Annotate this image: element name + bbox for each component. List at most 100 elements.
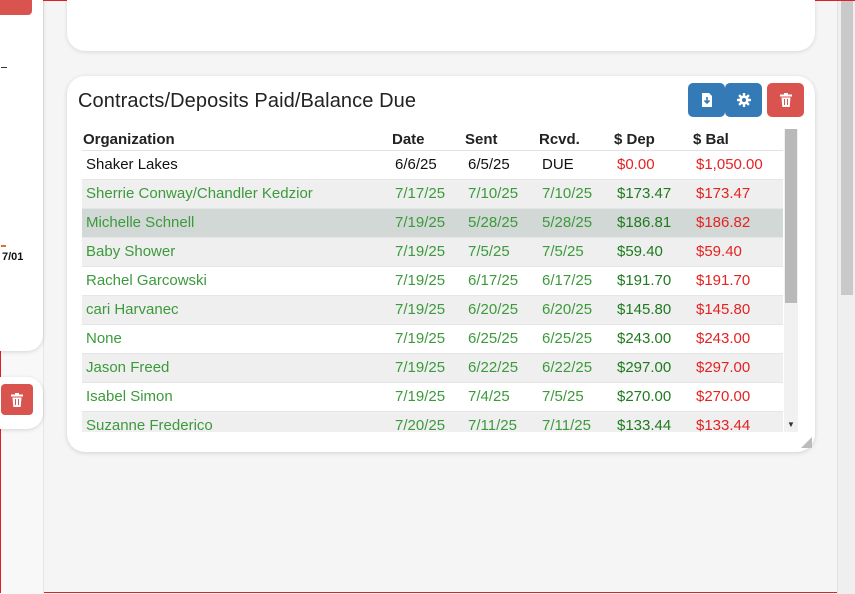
cell-date: 7/19/25 — [391, 266, 464, 296]
cell-sent: 6/22/25 — [464, 353, 538, 383]
cell-sent: 6/25/25 — [464, 324, 538, 354]
cell-organization: Shaker Lakes — [82, 150, 391, 180]
cell-bal: $1,050.00 — [692, 150, 783, 180]
cell-organization: cari Harvanec — [82, 295, 391, 325]
cell-rcvd: DUE — [538, 150, 613, 180]
cell-rcvd: 6/25/25 — [538, 324, 613, 354]
cell-sent: 6/17/25 — [464, 266, 538, 296]
table-header-row: Organization Date Sent Rcvd. $ Dep $ Bal — [82, 129, 783, 151]
cell-date: 7/19/25 — [391, 237, 464, 267]
table-row[interactable]: None 7/19/25 6/25/25 6/25/25 $243.00 $24… — [82, 324, 783, 354]
cell-rcvd: 7/5/25 — [538, 382, 613, 412]
trash-icon — [779, 93, 792, 107]
cell-sent: 6/5/25 — [464, 150, 538, 180]
cell-bal: $59.40 — [692, 237, 783, 267]
table-row-selected[interactable]: Michelle Schnell 7/19/25 5/28/25 5/28/25… — [82, 208, 783, 238]
delete-button[interactable] — [767, 83, 804, 117]
cell-dep: $133.44 — [613, 411, 692, 432]
cell-bal: $145.80 — [692, 295, 783, 325]
cell-dep: $243.00 — [613, 324, 692, 354]
left-tick-mark — [1, 67, 7, 68]
cell-date: 7/20/25 — [391, 411, 464, 432]
cell-rcvd: 6/17/25 — [538, 266, 613, 296]
column-header-bal[interactable]: $ Bal — [692, 129, 783, 151]
cell-date: 7/19/25 — [391, 382, 464, 412]
cell-sent: 5/28/25 — [464, 208, 538, 238]
trash-icon — [11, 392, 23, 407]
top-widget-card — [67, 0, 815, 51]
cell-dep: $145.80 — [613, 295, 692, 325]
cell-rcvd: 7/10/25 — [538, 179, 613, 209]
cell-bal: $173.47 — [692, 179, 783, 209]
table-row[interactable]: Baby Shower 7/19/25 7/5/25 7/5/25 $59.40… — [82, 237, 783, 267]
left-card — [0, 0, 43, 351]
table-row[interactable]: Sherrie Conway/Chandler Kedzior 7/17/25 … — [82, 179, 783, 209]
cell-sent: 7/4/25 — [464, 382, 538, 412]
cell-bal: $243.00 — [692, 324, 783, 354]
left-date-fragment: 7/01 — [2, 251, 24, 263]
column-header-rcvd[interactable]: Rcvd. — [538, 129, 613, 151]
page-scrollbar[interactable] — [837, 1, 855, 594]
cell-sent: 7/11/25 — [464, 411, 538, 432]
cell-date: 6/6/25 — [391, 150, 464, 180]
cell-organization: Isabel Simon — [82, 382, 391, 412]
download-button[interactable] — [688, 83, 725, 117]
table-row[interactable]: Shaker Lakes 6/6/25 6/5/25 DUE $0.00 $1,… — [82, 150, 783, 180]
cell-sent: 7/10/25 — [464, 179, 538, 209]
cell-organization: None — [82, 324, 391, 354]
cell-rcvd: 6/20/25 — [538, 295, 613, 325]
cell-organization: Jason Freed — [82, 353, 391, 383]
cell-date: 7/19/25 — [391, 324, 464, 354]
left-delete-button[interactable] — [0, 0, 32, 15]
column-header-dep[interactable]: $ Dep — [613, 129, 692, 151]
table-row[interactable]: Isabel Simon 7/19/25 7/4/25 7/5/25 $270.… — [82, 382, 783, 412]
contracts-widget: Contracts/Deposits Paid/Balance Due Orga… — [67, 76, 815, 452]
cell-date: 7/19/25 — [391, 353, 464, 383]
contracts-table: Organization Date Sent Rcvd. $ Dep $ Bal… — [82, 129, 783, 432]
cell-dep: $270.00 — [613, 382, 692, 412]
cell-dep: $173.47 — [613, 179, 692, 209]
left-panel: 7/01 — [0, 0, 44, 594]
table-row[interactable]: Jason Freed 7/19/25 6/22/25 6/22/25 $297… — [82, 353, 783, 383]
cell-date: 7/19/25 — [391, 295, 464, 325]
column-header-sent[interactable]: Sent — [464, 129, 538, 151]
cell-rcvd: 7/11/25 — [538, 411, 613, 432]
cell-rcvd: 5/28/25 — [538, 208, 613, 238]
cell-bal: $270.00 — [692, 382, 783, 412]
column-header-date[interactable]: Date — [391, 129, 464, 151]
settings-button[interactable] — [725, 83, 762, 117]
left-trash-button[interactable] — [1, 384, 33, 415]
cell-dep: $297.00 — [613, 353, 692, 383]
cell-sent: 7/5/25 — [464, 237, 538, 267]
table-row[interactable]: cari Harvanec 7/19/25 6/20/25 6/20/25 $1… — [82, 295, 783, 325]
left-accent-mark — [1, 245, 6, 247]
cell-bal: $133.44 — [692, 411, 783, 432]
column-header-organization[interactable]: Organization — [82, 129, 391, 151]
cell-date: 7/17/25 — [391, 179, 464, 209]
cell-date: 7/19/25 — [391, 208, 464, 238]
table-scrollbar-thumb[interactable] — [785, 129, 797, 303]
cell-organization: Michelle Schnell — [82, 208, 391, 238]
cell-dep: $186.81 — [613, 208, 692, 238]
cell-organization: Sherrie Conway/Chandler Kedzior — [82, 179, 391, 209]
cell-sent: 6/20/25 — [464, 295, 538, 325]
resize-handle-icon[interactable] — [801, 437, 812, 448]
cell-organization: Suzanne Frederico — [82, 411, 391, 432]
cell-organization: Rachel Garcowski — [82, 266, 391, 296]
table-scrollbar[interactable]: ▼ — [784, 129, 798, 432]
contracts-table-container[interactable]: Organization Date Sent Rcvd. $ Dep $ Bal… — [82, 129, 785, 432]
table-row[interactable]: Suzanne Frederico 7/20/25 7/11/25 7/11/2… — [82, 411, 783, 432]
cell-bal: $297.00 — [692, 353, 783, 383]
cell-rcvd: 6/22/25 — [538, 353, 613, 383]
cell-dep: $59.40 — [613, 237, 692, 267]
cell-rcvd: 7/5/25 — [538, 237, 613, 267]
cell-dep: $0.00 — [613, 150, 692, 180]
scroll-down-arrow-icon[interactable]: ▼ — [787, 421, 795, 429]
cell-organization: Baby Shower — [82, 237, 391, 267]
cell-bal: $191.70 — [692, 266, 783, 296]
page-scrollbar-thumb[interactable] — [841, 1, 853, 295]
widget-title: Contracts/Deposits Paid/Balance Due — [78, 90, 417, 112]
table-row[interactable]: Rachel Garcowski 7/19/25 6/17/25 6/17/25… — [82, 266, 783, 296]
cell-bal: $186.82 — [692, 208, 783, 238]
download-icon — [701, 93, 712, 107]
